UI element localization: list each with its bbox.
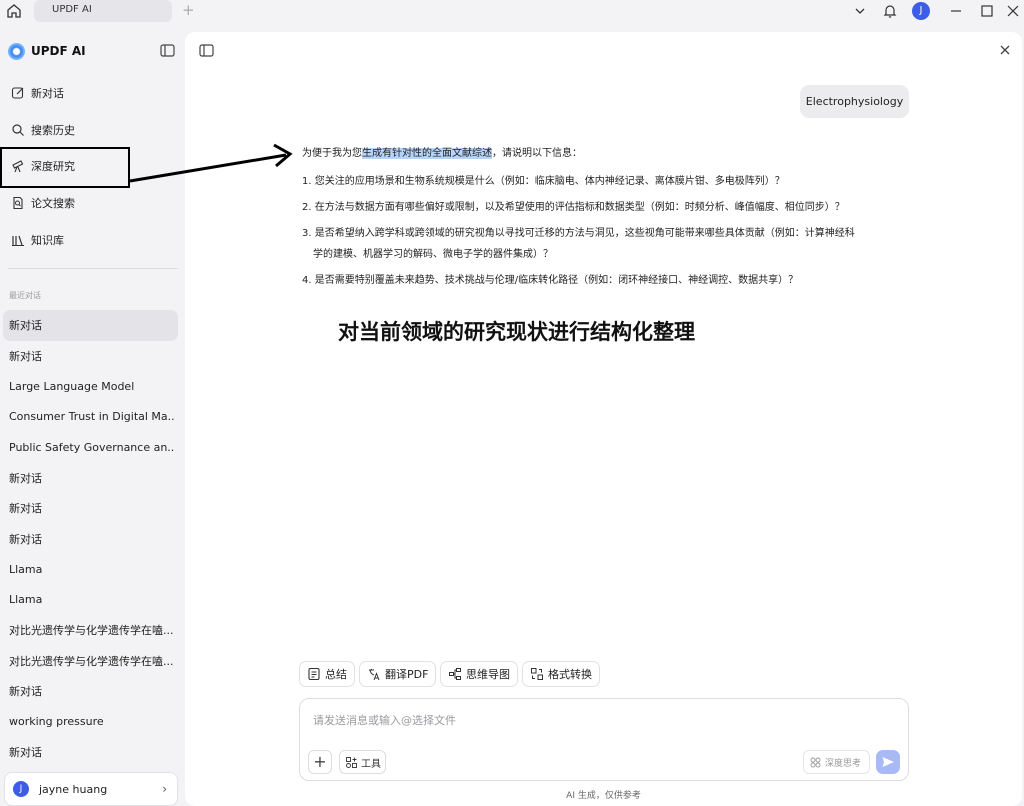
user-name: jayne huang xyxy=(39,782,108,796)
history-item[interactable]: 对比光遗传学与化学遗传学在嗑... xyxy=(0,615,175,646)
brand: UPDF AI xyxy=(8,42,86,60)
overlay-heading: 对当前领域的研究现状进行结构化整理 xyxy=(338,320,695,344)
library-icon xyxy=(12,235,24,246)
history-item[interactable]: 新对话 xyxy=(0,737,175,768)
question-text-continued: 学的建模、机器学习的解码、微电子学的器件集成）？ xyxy=(313,249,553,260)
history-item[interactable]: Large Language Model xyxy=(0,371,175,402)
add-attachment-button[interactable]: + xyxy=(308,750,332,774)
history-list: 新对话 新对话 Large Language Model Consumer Tr… xyxy=(0,310,185,768)
history-item[interactable]: working pressure xyxy=(0,707,175,738)
translate-icon xyxy=(369,669,380,681)
tab-label: UPDF AI xyxy=(52,4,92,15)
new-tab-button[interactable]: + xyxy=(182,1,198,19)
history-item[interactable]: Llama xyxy=(0,554,175,585)
question-number: 4. xyxy=(302,275,312,286)
question-number: 2. xyxy=(302,202,312,213)
chat-panel: Electrophysiology 为便于我为您生成有针对性的全面文献综述，请说… xyxy=(185,32,1022,806)
question-item: 1. 您关注的应用场景和生物系统规模是什么（例如：临床脑电、体内神经记录、离体膜… xyxy=(302,171,902,192)
question-text: 是否希望纳入跨学科或跨领域的研究视角以寻找可迁移的方法与洞见，这些视角可能带来哪… xyxy=(314,228,855,239)
summary-button[interactable]: 总结 xyxy=(299,661,355,687)
minimize-icon[interactable] xyxy=(947,2,965,20)
send-icon xyxy=(882,757,894,767)
history-item[interactable]: 新对话 xyxy=(0,524,175,555)
close-window-icon[interactable] xyxy=(1004,2,1022,20)
deep-think-icon xyxy=(810,757,821,767)
history-item[interactable]: 新对话 xyxy=(0,493,175,524)
collapse-sidebar-icon[interactable] xyxy=(160,44,175,57)
nav-label: 论文搜索 xyxy=(31,197,75,210)
question-item: 3. 是否希望纳入跨学科或跨领域的研究视角以寻找可迁移的方法与洞见，这些视角可能… xyxy=(302,223,902,265)
assistant-answer: 为便于我为您生成有针对性的全面文献综述，请说明以下信息： 1. 您关注的应用场景… xyxy=(302,145,902,296)
mindmap-button[interactable]: 思维导图 xyxy=(440,661,518,687)
question-number: 1. xyxy=(302,176,312,187)
answer-intro: 为便于我为您生成有针对性的全面文献综述，请说明以下信息： xyxy=(302,145,902,162)
send-button[interactable] xyxy=(876,750,900,774)
bell-icon[interactable] xyxy=(881,2,899,20)
history-item[interactable]: 新对话 xyxy=(0,341,175,372)
tools-label: 工具 xyxy=(361,758,381,770)
history-item[interactable]: Llama xyxy=(0,585,175,616)
intro-text: 为便于我为您 xyxy=(302,148,362,159)
format-convert-button[interactable]: 格式转换 xyxy=(522,661,600,687)
history-item[interactable]: Public Safety Governance an... xyxy=(0,432,175,463)
search-icon xyxy=(12,124,24,136)
translate-pdf-button[interactable]: 翻译PDF xyxy=(359,661,437,687)
brand-name: UPDF AI xyxy=(31,44,86,58)
paper-search-icon xyxy=(13,196,23,210)
history-item[interactable]: Consumer Trust in Digital Ma... xyxy=(0,402,175,433)
ai-disclaimer: AI 生成，仅供参考 xyxy=(566,791,641,801)
avatar: J xyxy=(13,781,29,797)
user-message-bubble: Electrophysiology xyxy=(800,85,909,118)
message-input[interactable]: 请发送消息或输入@选择文件 xyxy=(313,712,456,728)
user-account-button[interactable]: J jayne huang › xyxy=(4,772,178,806)
nav-label: 知识库 xyxy=(31,234,64,247)
recent-heading: 最近对话 xyxy=(9,291,41,300)
question-text: 在方法与数据方面有哪些偏好或限制，以及希望使用的评估指标和数据类型（例如：时频分… xyxy=(314,202,845,213)
translate-label: 翻译PDF xyxy=(385,668,429,681)
nav-knowledge-base[interactable]: 知识库 xyxy=(0,222,185,258)
convert-icon xyxy=(531,668,543,680)
summary-icon xyxy=(308,667,320,681)
deep-think-label: 深度思考 xyxy=(825,758,862,769)
summary-label: 总结 xyxy=(325,668,347,681)
nav-label: 搜索历史 xyxy=(31,124,75,137)
history-item[interactable]: 新对话 xyxy=(3,310,178,341)
updf-logo-icon xyxy=(8,42,25,60)
message-composer[interactable]: 请发送消息或输入@选择文件 + 工具 深度思考 xyxy=(299,698,909,781)
chevron-down-icon[interactable] xyxy=(851,2,869,20)
close-icon[interactable] xyxy=(998,43,1012,57)
home-icon[interactable] xyxy=(5,2,23,20)
sidebar-divider xyxy=(8,268,178,269)
title-bar: UPDF AI + J xyxy=(0,0,1024,22)
annotation-box xyxy=(0,147,130,188)
user-avatar[interactable]: J xyxy=(912,2,930,20)
chevron-right-icon: › xyxy=(162,782,167,796)
question-item: 4. 是否需要特别覆盖未来趋势、技术挑战与伦理/临床转化路径（例如：闭环神经接口… xyxy=(302,270,902,291)
history-item[interactable]: 新对话 xyxy=(0,676,175,707)
tab-updf-ai[interactable]: UPDF AI xyxy=(34,0,172,22)
nav-label: 新对话 xyxy=(31,87,64,100)
question-number: 3. xyxy=(302,228,312,239)
mindmap-icon xyxy=(449,668,461,680)
nav-paper-search[interactable]: 论文搜索 xyxy=(0,185,185,221)
tools-icon xyxy=(346,756,357,768)
question-text: 您关注的应用场景和生物系统规模是什么（例如：临床脑电、体内神经记录、离体膜片钳、… xyxy=(314,176,785,187)
mindmap-label: 思维导图 xyxy=(466,668,510,681)
toggle-panel-icon[interactable] xyxy=(199,44,214,57)
question-text: 是否需要特别覆盖未来趋势、技术挑战与伦理/临床转化路径（例如：闭环神经接口、神经… xyxy=(314,275,799,286)
tools-button[interactable]: 工具 xyxy=(339,750,386,774)
highlighted-text: 生成有针对性的全面文献综述 xyxy=(362,148,492,159)
edit-icon xyxy=(11,87,24,99)
format-convert-label: 格式转换 xyxy=(548,668,592,681)
question-item: 2. 在方法与数据方面有哪些偏好或限制，以及希望使用的评估指标和数据类型（例如：… xyxy=(302,197,902,218)
nav-new-chat[interactable]: 新对话 xyxy=(0,75,185,111)
history-item[interactable]: 新对话 xyxy=(0,463,175,494)
nav-search-history[interactable]: 搜索历史 xyxy=(0,112,185,148)
history-item[interactable]: 对比光遗传学与化学遗传学在嗑... xyxy=(0,646,175,677)
intro-text: ，请说明以下信息： xyxy=(492,148,582,159)
maximize-icon[interactable] xyxy=(978,2,996,20)
deep-think-toggle[interactable]: 深度思考 xyxy=(803,750,870,774)
